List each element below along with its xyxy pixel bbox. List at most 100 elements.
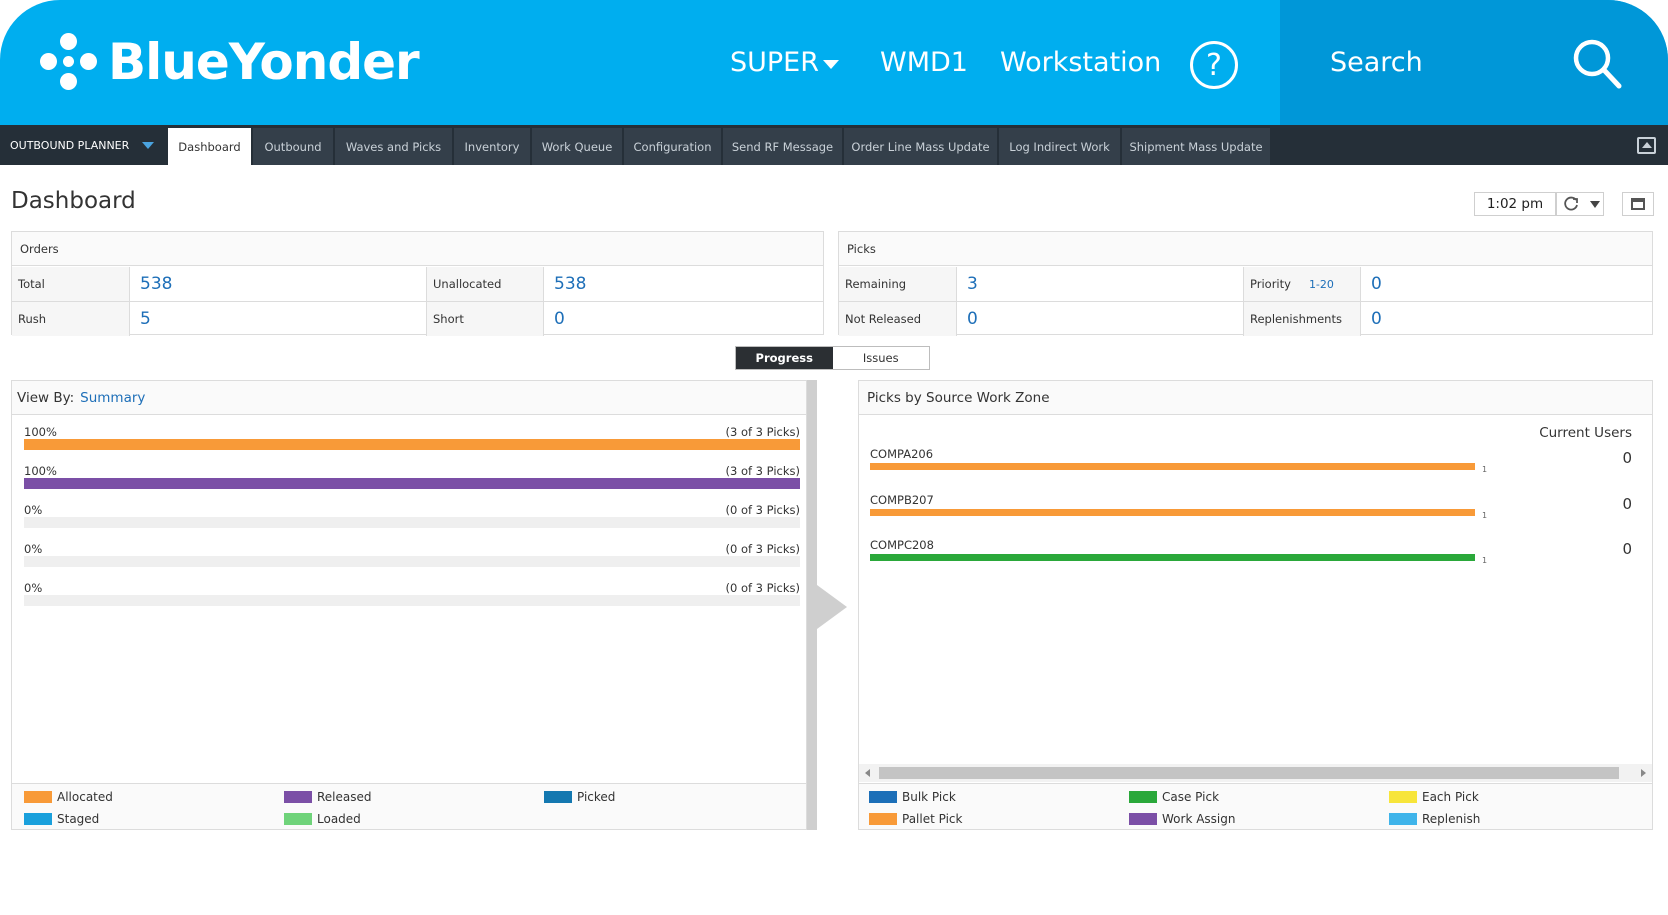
legend-swatch bbox=[24, 813, 52, 825]
zone-bar-value: 1 bbox=[1482, 465, 1488, 474]
legend-swatch bbox=[1129, 791, 1157, 803]
zone-name: COMPB207 bbox=[870, 493, 934, 507]
legend-swatch bbox=[284, 791, 312, 803]
zone-current-users: 0 bbox=[1622, 495, 1632, 513]
picks-not-released-value[interactable]: 0 bbox=[957, 302, 1243, 336]
orders-unallocated-label: Unallocated bbox=[426, 267, 544, 301]
orders-title: Orders bbox=[12, 232, 823, 266]
progress-row: 0% (0 of 3 Picks) bbox=[24, 540, 802, 576]
planner-selector[interactable]: OUTBOUND PLANNER bbox=[0, 125, 168, 165]
zone-row[interactable]: COMPB207 1 0 bbox=[870, 493, 1640, 533]
legend-label: Each Pick bbox=[1422, 790, 1479, 804]
zone-row[interactable]: COMPA206 1 0 bbox=[870, 447, 1640, 487]
scroll-right-icon[interactable] bbox=[1641, 769, 1646, 777]
orders-panel: Orders Total 538 Unallocated 538 Rush 5 … bbox=[11, 231, 824, 336]
legend-label: Pallet Pick bbox=[902, 812, 963, 826]
zone-bar-value: 1 bbox=[1482, 511, 1488, 520]
orders-total-value[interactable]: 538 bbox=[130, 267, 426, 301]
user-name: SUPER bbox=[730, 47, 820, 78]
orders-unallocated-value[interactable]: 538 bbox=[544, 267, 824, 301]
progress-percent: 0% bbox=[24, 581, 43, 595]
legend-item: Case Pick bbox=[1129, 790, 1219, 804]
progress-percent: 0% bbox=[24, 542, 43, 556]
legend-item: Allocated bbox=[24, 790, 113, 804]
toggle-issues-button[interactable]: Issues bbox=[832, 347, 929, 369]
progress-row: 100% (3 of 3 Picks) bbox=[24, 423, 802, 459]
help-icon[interactable]: ? bbox=[1190, 41, 1238, 89]
user-menu[interactable]: SUPER bbox=[730, 0, 840, 125]
legend-item: Replenish bbox=[1389, 812, 1480, 826]
tab-shipment-mass-update[interactable]: Shipment Mass Update bbox=[1122, 128, 1271, 165]
warehouse-selector[interactable]: WMD1 bbox=[880, 0, 968, 125]
picks-remaining-value[interactable]: 3 bbox=[957, 267, 1243, 301]
expand-arrow-icon[interactable] bbox=[817, 585, 847, 629]
progress-row: 0% (0 of 3 Picks) bbox=[24, 579, 802, 615]
zone-bar-value: 1 bbox=[1482, 556, 1488, 565]
legend-label: Case Pick bbox=[1162, 790, 1220, 804]
last-refresh-time: 1:02 pm bbox=[1474, 192, 1556, 216]
orders-short-value[interactable]: 0 bbox=[544, 302, 824, 336]
legend-swatch bbox=[284, 813, 312, 825]
refresh-interval-dropdown-icon[interactable] bbox=[1590, 200, 1600, 208]
search-icon[interactable] bbox=[1572, 38, 1622, 90]
warehouse-name: WMD1 bbox=[880, 47, 968, 78]
workstation-label: Workstation bbox=[1000, 47, 1162, 78]
tab-inventory[interactable]: Inventory bbox=[454, 128, 531, 165]
logo-mark-icon bbox=[40, 33, 98, 91]
tab-waves-and-picks[interactable]: Waves and Picks bbox=[335, 128, 453, 165]
horizontal-scrollbar[interactable] bbox=[859, 764, 1652, 782]
refresh-control[interactable] bbox=[1556, 192, 1604, 216]
chevron-down-icon bbox=[823, 60, 840, 69]
brand-logo[interactable]: BlueYonder bbox=[40, 30, 420, 94]
zone-name: COMPA206 bbox=[870, 447, 934, 461]
tab-work-queue[interactable]: Work Queue bbox=[532, 128, 623, 165]
tab-send-rf-message[interactable]: Send RF Message bbox=[723, 128, 843, 165]
calendar-button[interactable] bbox=[1622, 192, 1654, 216]
page-title: Dashboard bbox=[11, 188, 136, 214]
tab-order-line-mass-update[interactable]: Order Line Mass Update bbox=[844, 128, 998, 165]
view-by-header: View By: Summary bbox=[12, 381, 806, 415]
refresh-icon[interactable] bbox=[1560, 193, 1582, 215]
legend-item: Pallet Pick bbox=[869, 812, 962, 826]
legend-swatch bbox=[24, 791, 52, 803]
search-input[interactable]: Search bbox=[1330, 0, 1423, 125]
progress-count: (0 of 3 Picks) bbox=[725, 581, 800, 595]
progress-panel: View By: Summary 100% (3 of 3 Picks) 100% (… bbox=[11, 380, 807, 830]
legend-label: Allocated bbox=[57, 790, 113, 804]
progress-percent: 100% bbox=[24, 464, 57, 478]
picks-priority-value[interactable]: 0 bbox=[1361, 267, 1651, 301]
progress-fill bbox=[24, 478, 800, 489]
legend-label: Released bbox=[317, 790, 372, 804]
planner-label: OUTBOUND PLANNER bbox=[10, 138, 130, 152]
brand-name: BlueYonder bbox=[108, 33, 420, 91]
view-by-selector[interactable]: Summary bbox=[80, 390, 145, 406]
orders-rush-value[interactable]: 5 bbox=[130, 302, 426, 336]
toggle-progress-button[interactable]: Progress bbox=[736, 347, 833, 369]
picks-panel: Picks Remaining 3 Priority 1-20 0 Not Re… bbox=[838, 231, 1653, 336]
zone-panel-title: Picks by Source Work Zone bbox=[859, 381, 1652, 415]
tab-dashboard[interactable]: Dashboard bbox=[168, 128, 252, 165]
panel-splitter[interactable] bbox=[807, 380, 817, 830]
legend-item: Released bbox=[284, 790, 372, 804]
orders-total-label: Total bbox=[12, 267, 130, 301]
scroll-left-icon[interactable] bbox=[865, 769, 870, 777]
tab-outbound[interactable]: Outbound bbox=[253, 128, 334, 165]
zone-bar[interactable] bbox=[870, 463, 1475, 470]
legend-swatch bbox=[1389, 791, 1417, 803]
picks-not-released-label: Not Released bbox=[839, 302, 957, 336]
workstation-link[interactable]: Workstation bbox=[1000, 0, 1161, 125]
tab-log-indirect-work[interactable]: Log Indirect Work bbox=[999, 128, 1121, 165]
tab-configuration[interactable]: Configuration bbox=[624, 128, 722, 165]
zone-bar[interactable] bbox=[870, 509, 1475, 516]
zone-row[interactable]: COMPC208 1 0 bbox=[870, 538, 1640, 578]
legend-swatch bbox=[869, 813, 897, 825]
zone-legend: Bulk Pick Case Pick Each Pick Pallet Pic… bbox=[859, 783, 1652, 829]
legend-swatch bbox=[1389, 813, 1417, 825]
legend-item: Work Assign bbox=[1129, 812, 1235, 826]
scroll-thumb[interactable] bbox=[879, 767, 1619, 779]
collapse-header-icon[interactable] bbox=[1637, 137, 1656, 154]
picks-priority-label: Priority 1-20 bbox=[1243, 267, 1361, 301]
priority-range[interactable]: 1-20 bbox=[1309, 278, 1334, 291]
picks-replenishments-value[interactable]: 0 bbox=[1361, 302, 1651, 336]
zone-bar[interactable] bbox=[870, 554, 1475, 561]
